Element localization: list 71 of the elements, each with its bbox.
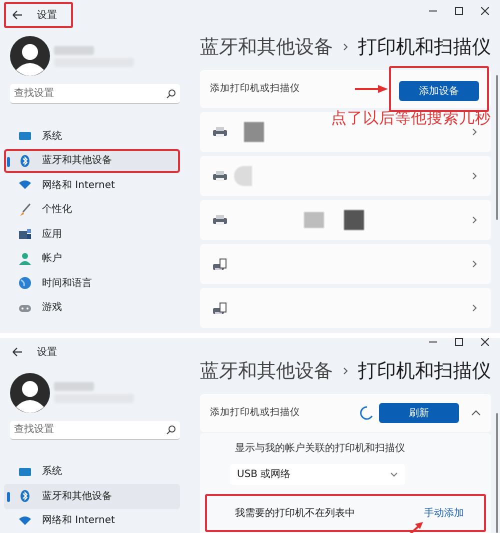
search-icon	[166, 88, 176, 98]
printer-document-icon	[212, 302, 228, 314]
options-description: 显示与我的帐户关联的打印机和扫描仪	[234, 442, 406, 456]
chevron-right-icon	[472, 172, 477, 180]
printer-icon	[212, 214, 228, 226]
manual-add-link[interactable]: 手动添加	[424, 506, 464, 520]
add-device-card: 添加打印机或扫描仪 刷新	[200, 394, 491, 432]
person-icon	[18, 252, 32, 266]
apps-icon	[18, 227, 32, 242]
sidebar-item[interactable]: 时间和语言	[4, 271, 180, 296]
annotation-text: 点了以后等他搜索几秒	[331, 111, 491, 126]
window-title: 设置	[37, 346, 57, 360]
printer-icon	[212, 126, 228, 138]
printer-row[interactable]	[200, 200, 491, 240]
bluetooth-icon	[18, 489, 32, 504]
chevron-down-icon	[390, 472, 398, 477]
breadcrumb-link[interactable]: 蓝牙和其他设备	[200, 32, 333, 62]
avatar-icon	[10, 36, 50, 76]
maximize-icon[interactable]	[455, 7, 463, 15]
globe-icon	[18, 276, 32, 290]
close-icon[interactable]	[481, 7, 489, 15]
add-device-button[interactable]: 刷新	[379, 403, 459, 423]
chevron-right-icon	[472, 128, 477, 136]
sidebar-item[interactable]: 应用	[4, 222, 180, 246]
add-device-button[interactable]: 添加设备	[399, 81, 479, 102]
redaction-block	[244, 122, 264, 142]
page-title: 打印机和扫描仪	[358, 34, 491, 60]
annotation-arrow-icon	[355, 85, 389, 93]
chevron-right-icon	[343, 367, 348, 375]
redaction-block	[344, 210, 364, 230]
sidebar-item[interactable]: 游戏	[4, 296, 180, 320]
redaction-block	[304, 212, 324, 228]
chevron-right-icon	[472, 216, 477, 224]
blurred-name	[54, 46, 94, 54]
window-title: 设置	[37, 8, 57, 22]
selection-indicator	[7, 156, 10, 166]
bluetooth-icon	[18, 154, 32, 168]
sidebar-item[interactable]: 系统	[4, 124, 180, 148]
brush-icon	[18, 202, 32, 217]
back-arrow-icon[interactable]	[12, 347, 23, 358]
back-arrow-icon[interactable]	[12, 10, 23, 20]
missing-printer-row: 我需要的打印机不在列表中 手动添加	[205, 494, 486, 532]
chevron-right-icon	[343, 43, 348, 51]
annotation-arrow-icon	[408, 520, 424, 533]
printer-document-icon	[212, 258, 228, 270]
connection-dropdown[interactable]: USB 或网络	[230, 464, 405, 485]
sidebar-item[interactable]: 个性化	[4, 198, 180, 222]
sidebar-item[interactable]: 网络和 Internet	[4, 508, 180, 533]
breadcrumb-link[interactable]: 蓝牙和其他设备	[200, 356, 333, 386]
chevron-right-icon	[472, 304, 477, 312]
search-field[interactable]: 查找设置	[10, 84, 180, 104]
printer-row[interactable]	[200, 112, 491, 152]
sidebar-item[interactable]: 蓝牙和其他设备	[4, 148, 180, 173]
redaction-block	[234, 166, 252, 186]
wifi-icon	[18, 514, 32, 528]
close-icon[interactable]	[481, 338, 489, 346]
printer-icon	[212, 170, 228, 182]
chevron-up-icon[interactable]	[471, 409, 481, 417]
page-title: 打印机和扫描仪	[358, 358, 491, 384]
avatar-icon	[10, 372, 50, 413]
blurred-name	[54, 382, 94, 392]
chevron-right-icon	[472, 260, 477, 268]
maximize-icon[interactable]	[455, 338, 463, 346]
loading-spinner-icon	[359, 406, 373, 420]
sidebar-item[interactable]: 蓝牙和其他设备	[4, 484, 180, 508]
sidebar-item[interactable]: 网络和 Internet	[4, 173, 180, 198]
search-icon	[166, 424, 176, 435]
sidebar-item[interactable]: 系统	[4, 460, 180, 484]
search-field[interactable]: 查找设置	[10, 420, 180, 440]
selection-indicator	[7, 492, 10, 502]
sidebar-item[interactable]: 帐户	[4, 246, 180, 271]
